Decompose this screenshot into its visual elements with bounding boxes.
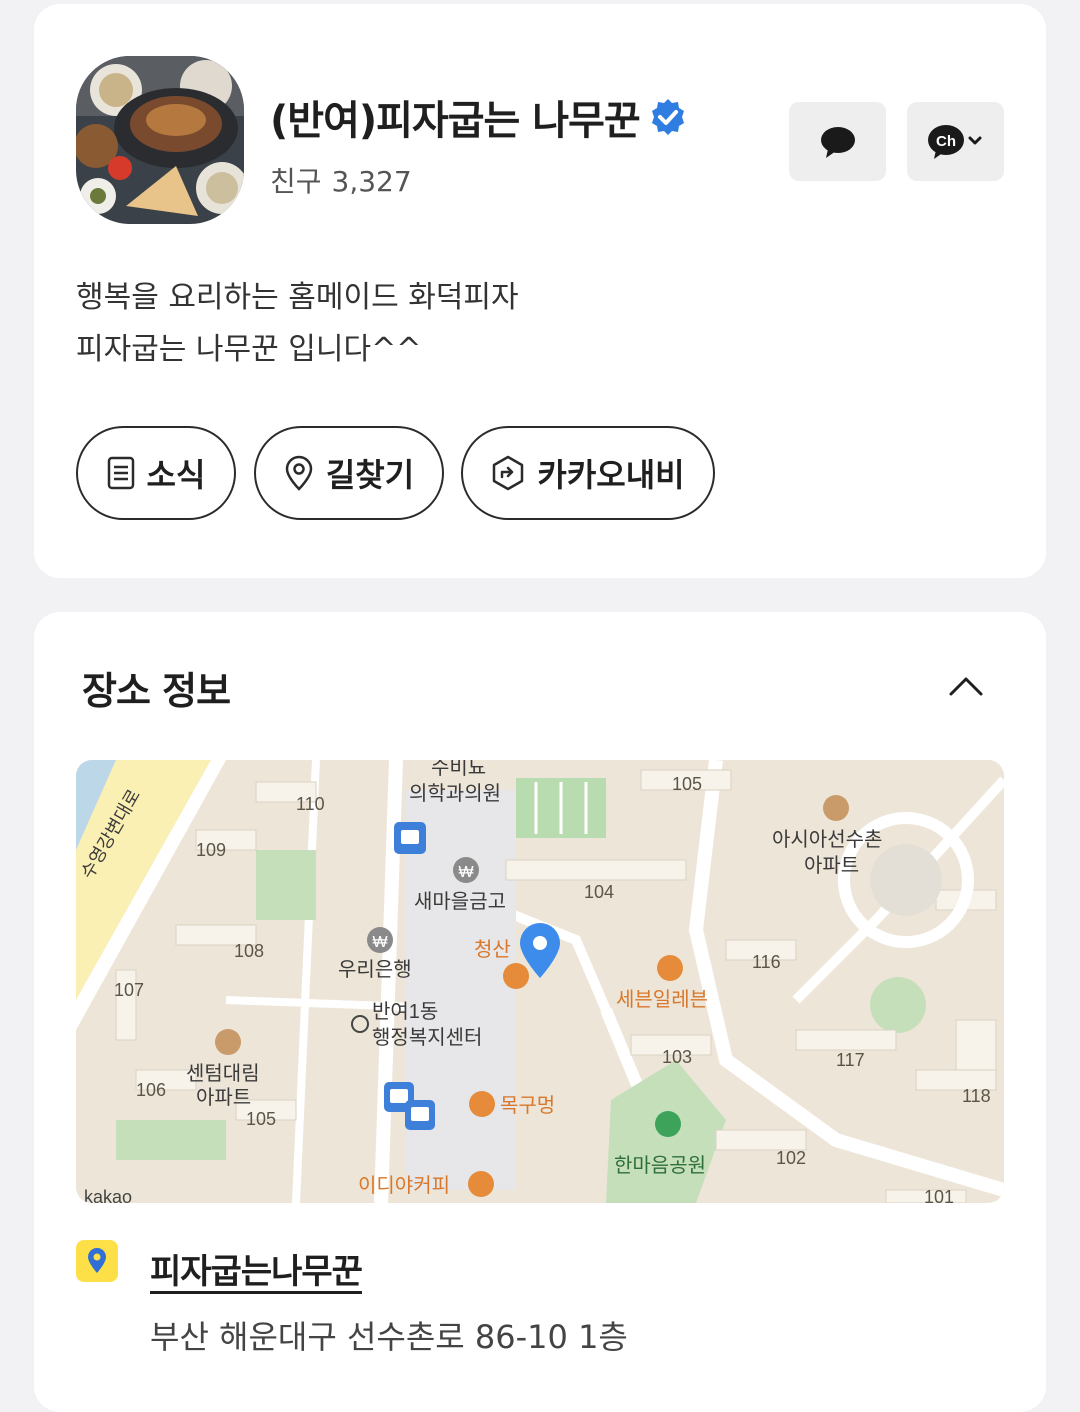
map-attribution: kakao: [84, 1187, 132, 1203]
building-number: 110: [296, 794, 325, 814]
map-label: 센텀대림: [186, 1062, 260, 1085]
cafe-icon: [468, 1171, 494, 1197]
map-label: 의학과의원: [409, 782, 501, 805]
won-glyph: ₩: [372, 934, 387, 951]
directions-label: 길찾기: [325, 456, 415, 494]
navigation-icon: [493, 455, 524, 491]
park-icon: [655, 1111, 681, 1137]
map-label: 아시아선수촌: [772, 828, 882, 851]
friends-number: 3,327: [331, 165, 412, 198]
map-label: 아파트: [804, 854, 859, 877]
channel-intro: 행복을 요리하는 홈메이드 화덕피자 피자굽는 나무꾼 입니다^^: [76, 272, 519, 376]
kakao-navi-button[interactable]: 카카오내비: [461, 426, 715, 520]
map-label: 목구멍: [500, 1094, 555, 1117]
building-number: 102: [776, 1148, 806, 1168]
apartment-icon: [823, 795, 849, 821]
map-label: 행정복지센터: [372, 1026, 482, 1049]
place-address: 부산 해운대구 선수촌로 86-10 1층: [150, 1318, 628, 1356]
building-number: 108: [234, 941, 264, 961]
place-pin-badge: [76, 1240, 118, 1282]
map-label: 반여1동: [372, 1000, 438, 1023]
channel-name-text: (반여)피자굽는 나무꾼: [270, 98, 641, 144]
won-glyph: ₩: [458, 864, 473, 881]
building-number: 101: [924, 1187, 954, 1203]
map-label: 한마음공원: [614, 1154, 706, 1177]
ch-icon-label: Ch: [936, 133, 956, 150]
chevron-down-icon: [968, 136, 981, 144]
collapse-button[interactable]: [944, 664, 988, 708]
building-number: 117: [836, 1050, 865, 1070]
speech-bubble-icon: [820, 126, 855, 158]
intro-line: 행복을 요리하는 홈메이드 화덕피자: [76, 280, 519, 315]
building-number: 104: [584, 882, 614, 902]
verified-badge-icon: [648, 97, 688, 137]
document-icon: [107, 456, 134, 490]
news-label: 소식: [146, 456, 206, 494]
building-number: 106: [136, 1080, 166, 1100]
chat-button[interactable]: [789, 102, 886, 181]
location-pin-icon: [285, 455, 313, 491]
directions-button[interactable]: 길찾기: [254, 426, 444, 520]
map-label: 새마을금고: [414, 890, 506, 913]
convenience-store-icon: [657, 955, 683, 981]
restaurant-icon: [503, 963, 529, 989]
section-title: 장소 정보: [82, 669, 231, 713]
map-label: 아파트: [196, 1086, 251, 1109]
bus-stop-icon: [394, 822, 426, 854]
ch-icon: Ch: [927, 124, 981, 159]
building-number: 116: [752, 952, 781, 972]
map-label: 수비뇨: [431, 760, 486, 779]
channel-menu-button[interactable]: Ch: [907, 102, 1004, 181]
building-number: 118: [962, 1086, 991, 1106]
apartment-icon: [215, 1029, 241, 1055]
map-label: 이디야커피: [358, 1174, 450, 1197]
friends-count: 친구 3,327: [270, 160, 412, 200]
news-button[interactable]: 소식: [76, 426, 236, 520]
map-label: 우리은행: [338, 958, 412, 981]
map-label: 세븐일레븐: [616, 988, 708, 1011]
intro-line: 피자굽는 나무꾼 입니다^^: [76, 332, 422, 367]
building-number: 105: [672, 774, 702, 794]
building-number: 107: [114, 980, 144, 1000]
building-number: 103: [662, 1047, 692, 1067]
profile-card: (반여)피자굽는 나무꾼 친구 3,327 Ch 행복을 요리하는 홈메이드 화덕…: [34, 4, 1046, 578]
building-number: 105: [246, 1109, 276, 1129]
channel-avatar[interactable]: [76, 56, 244, 224]
location-pin-icon: [88, 1248, 106, 1273]
restaurant-icon: [469, 1091, 495, 1117]
channel-name: (반여)피자굽는 나무꾼: [270, 88, 688, 146]
place-info-card: 장소 정보 수영강변대로 수비뇨 의학과의원 새마을금고 우리은행 반여1동 행…: [34, 612, 1046, 1412]
map-label: 청산: [474, 938, 511, 961]
kakao-navi-label: 카카오내비: [537, 456, 685, 494]
location-map[interactable]: 수영강변대로 수비뇨 의학과의원 새마을금고 우리은행 반여1동 행정복지센터 …: [76, 760, 1004, 1203]
chevron-up-icon: [949, 677, 983, 696]
friends-label: 친구: [270, 165, 322, 198]
place-name-link[interactable]: 피자굽는나무꾼: [150, 1244, 363, 1293]
building-number: 109: [196, 840, 226, 860]
